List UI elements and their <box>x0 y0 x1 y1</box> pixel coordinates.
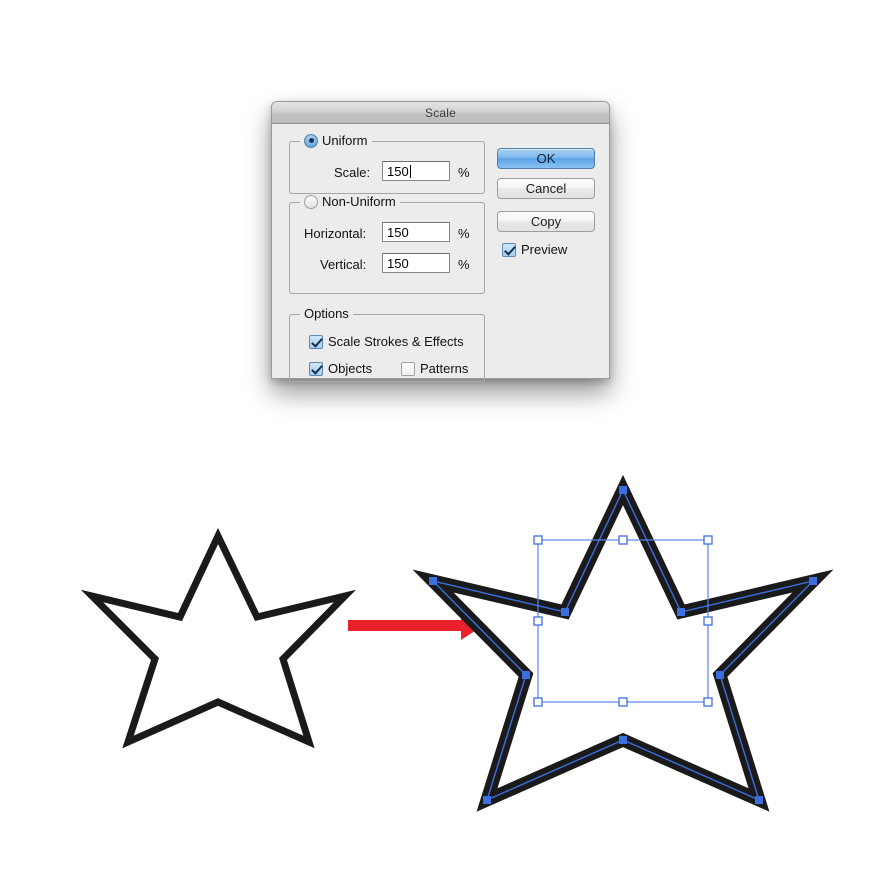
scale-strokes-checkbox[interactable] <box>309 334 323 349</box>
scale-input-value: 150 <box>387 163 409 179</box>
scaled-star <box>412 474 834 812</box>
non-uniform-label-text: Non-Uniform <box>322 194 396 209</box>
illustration-area <box>0 440 880 880</box>
vertical-input-value: 150 <box>387 255 409 271</box>
handle-top-left[interactable] <box>533 535 543 545</box>
handle-middle-left[interactable] <box>533 616 543 626</box>
text-caret <box>409 164 411 178</box>
uniform-group-label: Uniform <box>300 133 372 148</box>
handle-top-right[interactable] <box>703 535 713 545</box>
anchor-point[interactable] <box>677 608 685 616</box>
handle-middle-right[interactable] <box>703 616 713 626</box>
cancel-button[interactable]: Cancel <box>497 178 595 199</box>
horizontal-unit: % <box>458 226 470 241</box>
anchor-point[interactable] <box>716 671 724 679</box>
objects-checkbox-row[interactable]: Objects <box>309 361 372 376</box>
dialog-titlebar[interactable]: Scale <box>272 102 609 124</box>
handle-bottom-center[interactable] <box>618 697 628 707</box>
anchor-point[interactable] <box>809 577 817 585</box>
preview-checkbox-row[interactable]: Preview <box>502 242 567 257</box>
dialog-body: Uniform Scale: 150 % Non-Uniform Horizon… <box>272 124 609 382</box>
uniform-label-text: Uniform <box>322 133 368 148</box>
objects-checkbox[interactable] <box>309 361 323 376</box>
scale-dialog: Scale Uniform Scale: 150 % Non-Uniform H… <box>271 101 610 382</box>
non-uniform-group-label: Non-Uniform <box>300 194 400 209</box>
patterns-checkbox-row[interactable]: Patterns <box>401 361 468 376</box>
copy-button[interactable]: Copy <box>497 211 595 232</box>
anchor-point[interactable] <box>522 671 530 679</box>
anchor-point[interactable] <box>619 486 627 494</box>
patterns-label: Patterns <box>420 361 469 376</box>
original-star-outline <box>80 527 357 749</box>
horizontal-input[interactable]: 150 <box>382 222 450 242</box>
anchor-point[interactable] <box>755 796 763 804</box>
scale-strokes-label: Scale Strokes & Effects <box>328 334 464 349</box>
scale-input[interactable]: 150 <box>382 161 450 181</box>
original-star <box>80 527 357 749</box>
preview-label: Preview <box>521 242 568 257</box>
anchor-point[interactable] <box>483 796 491 804</box>
vertical-field-label: Vertical: <box>320 257 367 272</box>
preview-checkbox[interactable] <box>502 242 516 257</box>
patterns-checkbox[interactable] <box>401 361 415 376</box>
scale-field-label: Scale: <box>334 165 371 180</box>
vertical-input[interactable]: 150 <box>382 253 450 273</box>
handle-bottom-right[interactable] <box>703 697 713 707</box>
options-group-label: Options <box>300 306 353 321</box>
objects-label: Objects <box>328 361 373 376</box>
horizontal-field-label: Horizontal: <box>304 226 367 241</box>
scale-unit: % <box>458 165 470 180</box>
scale-strokes-checkbox-row[interactable]: Scale Strokes & Effects <box>309 334 464 349</box>
illustration-svg <box>80 474 834 812</box>
uniform-radio[interactable] <box>304 133 318 148</box>
anchor-point[interactable] <box>561 608 569 616</box>
anchor-point[interactable] <box>619 736 627 744</box>
ok-button[interactable]: OK <box>497 148 595 169</box>
horizontal-input-value: 150 <box>387 224 409 240</box>
non-uniform-radio[interactable] <box>304 194 318 209</box>
dialog-title: Scale <box>424 105 457 120</box>
non-uniform-group: Non-Uniform <box>289 194 485 294</box>
options-label-text: Options <box>304 306 349 321</box>
anchor-point[interactable] <box>429 577 437 585</box>
handle-bottom-left[interactable] <box>533 697 543 707</box>
handle-top-center[interactable] <box>618 535 628 545</box>
vertical-unit: % <box>458 257 470 272</box>
